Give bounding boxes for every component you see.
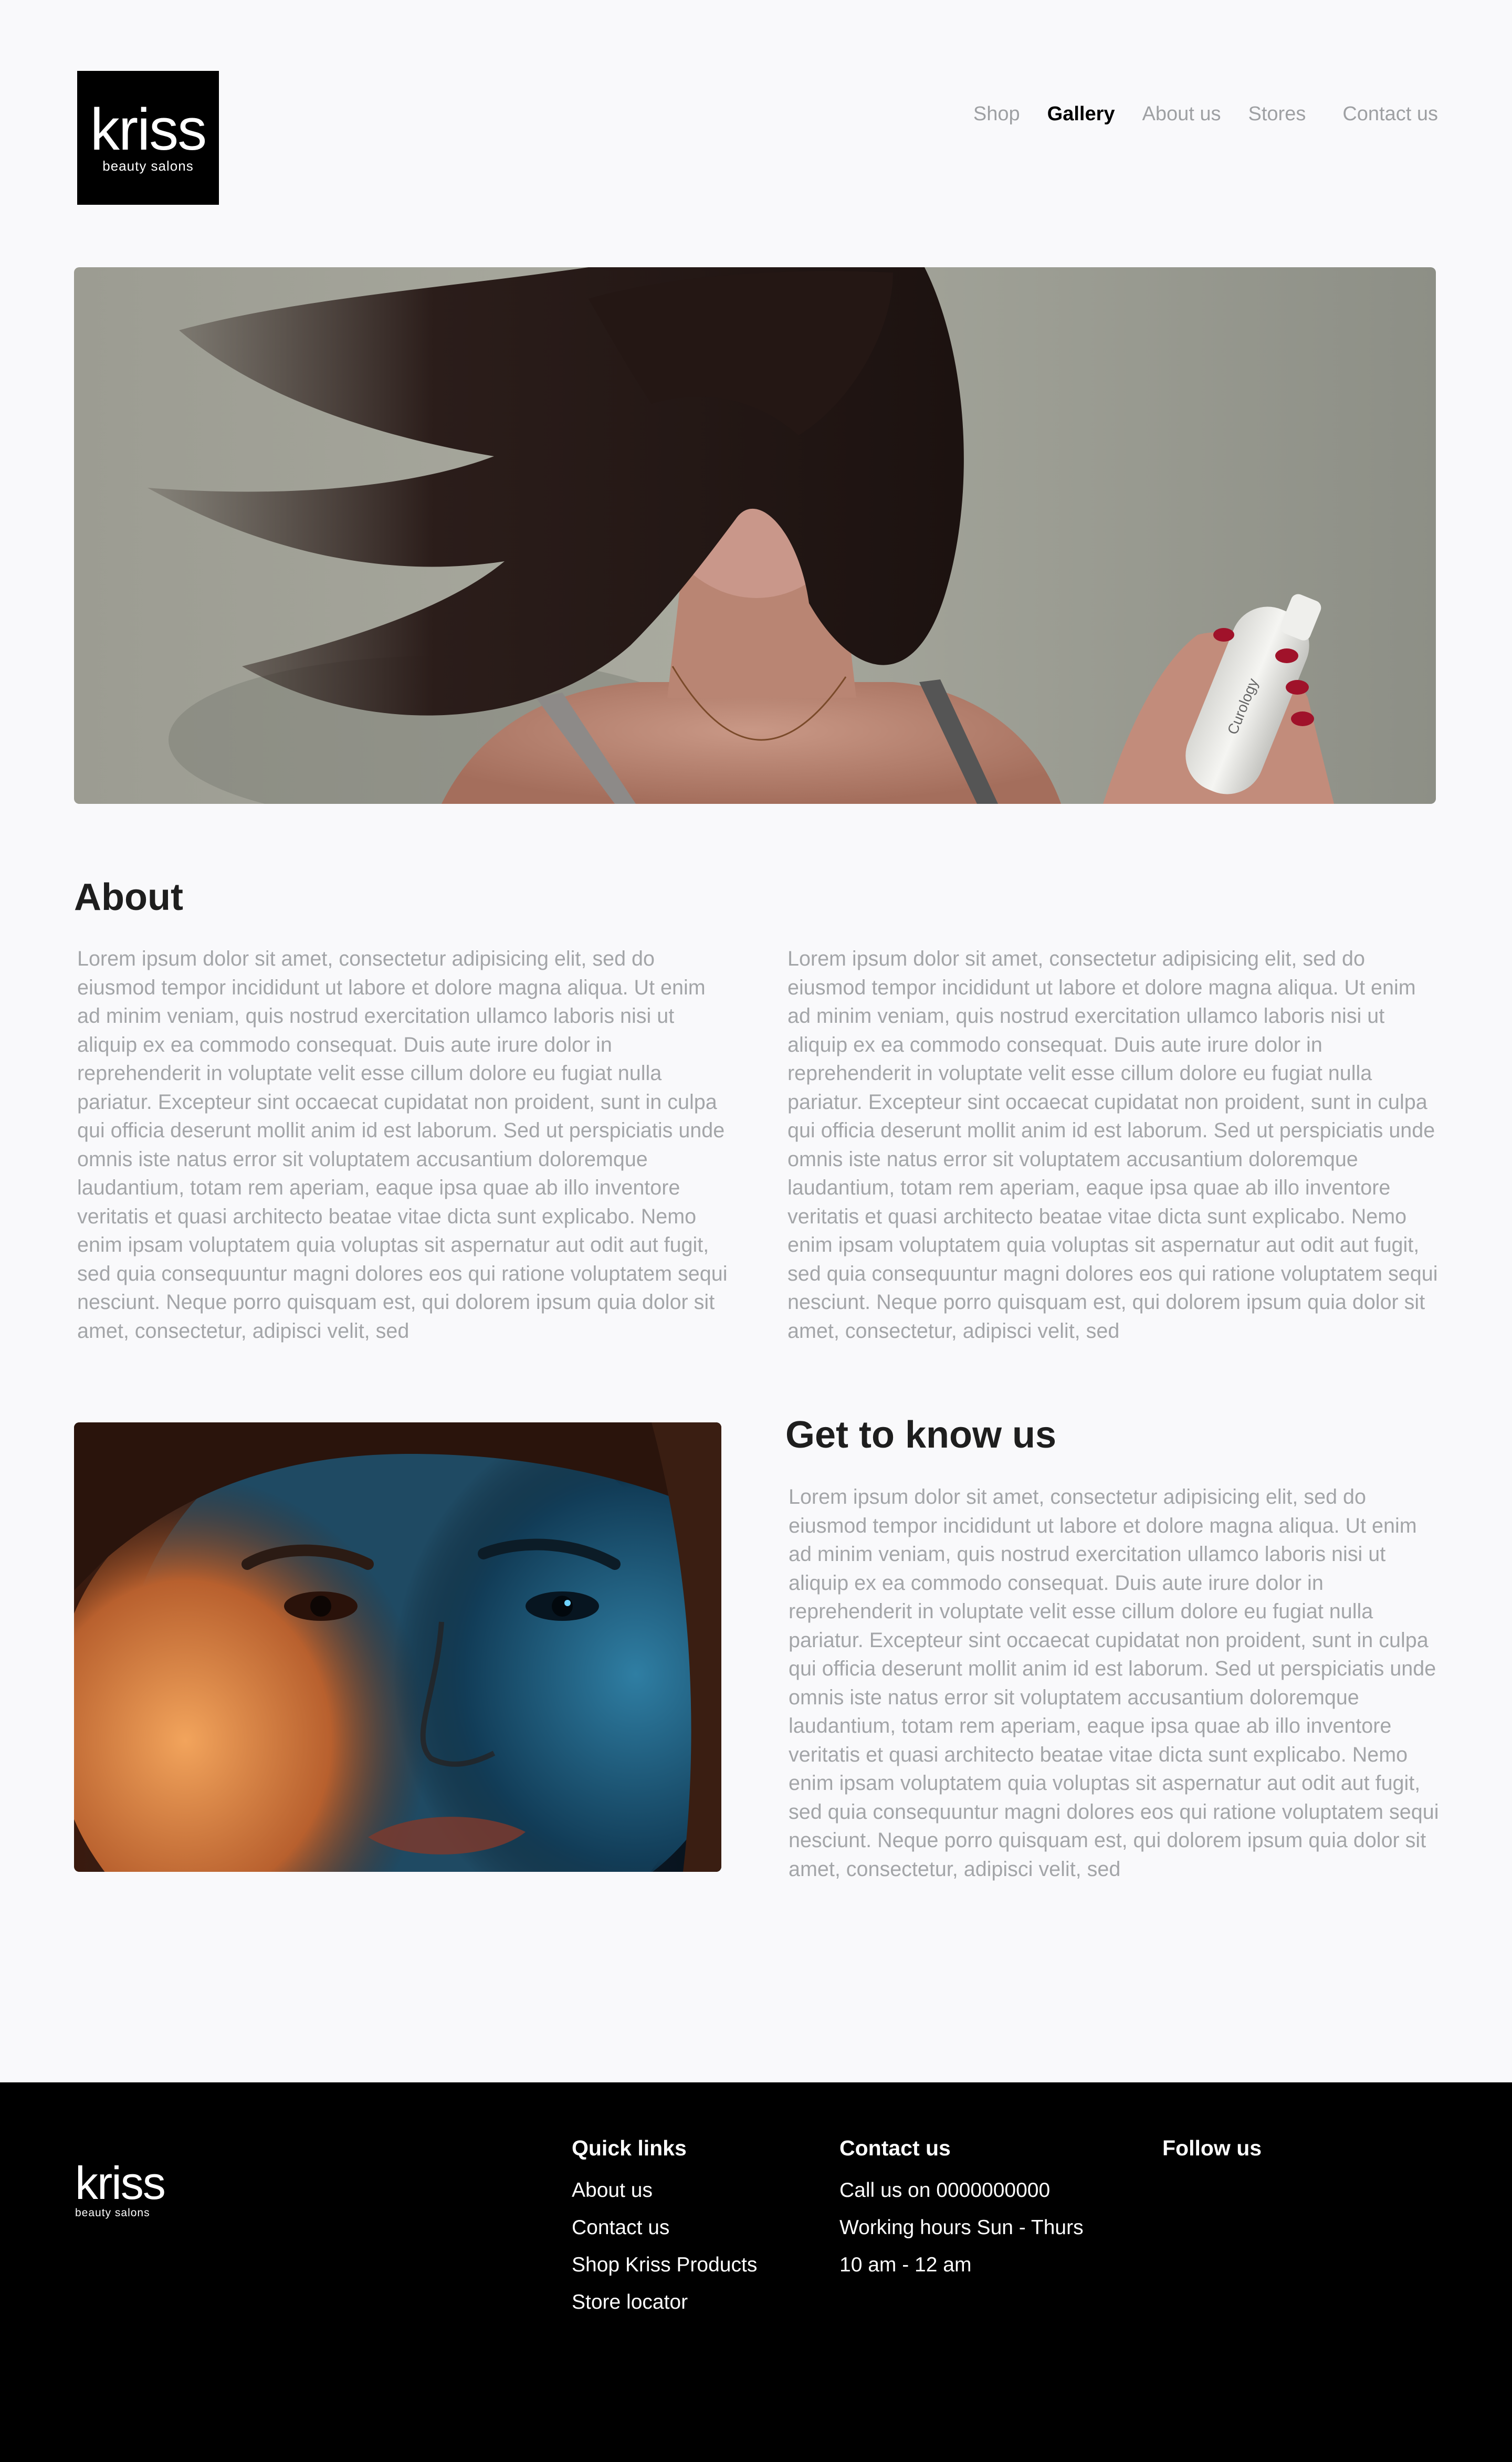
about-heading: About: [74, 876, 183, 918]
quick-links-heading: Quick links: [572, 2136, 687, 2160]
brand-logo[interactable]: kriss beauty salons: [77, 71, 219, 205]
follow-us-heading: Follow us: [1162, 2136, 1262, 2160]
contact-heading: Contact us: [839, 2136, 951, 2160]
hero-image: Curology: [74, 267, 1436, 804]
footer-follow: Follow us: [1162, 2135, 1262, 2172]
nav-contact-us[interactable]: Contact us: [1342, 103, 1438, 125]
footer-quick-links: Quick links About us Contact us Shop Kri…: [572, 2135, 757, 2321]
contact-working-days: Working hours Sun - Thurs: [839, 2216, 1084, 2239]
logo-wordmark: kriss: [90, 97, 207, 162]
nav-gallery[interactable]: Gallery: [1047, 103, 1115, 125]
footer-logo[interactable]: kriss beauty salons: [75, 2157, 166, 2219]
get-to-know-us-paragraph: Lorem ipsum dolor sit amet, consectetur …: [789, 1485, 1439, 1881]
nav-shop[interactable]: Shop: [973, 103, 1020, 125]
nav-stores[interactable]: Stores: [1248, 103, 1306, 125]
contact-phone: Call us on 0000000000: [839, 2179, 1051, 2202]
footer-link-about-us[interactable]: About us: [572, 2172, 757, 2209]
contact-working-hours: 10 am - 12 am: [839, 2254, 972, 2276]
about-paragraph-right: Lorem ipsum dolor sit amet, consectetur …: [788, 947, 1438, 1343]
footer-link-contact-us[interactable]: Contact us: [572, 2209, 757, 2246]
footer-logo-wordmark: kriss: [75, 2157, 166, 2209]
about-paragraph-left: Lorem ipsum dolor sit amet, consectetur …: [77, 947, 728, 1343]
footer: kriss beauty salons Quick links About us…: [0, 2082, 1512, 2462]
footer-logo-tagline: beauty salons: [75, 2207, 150, 2219]
portrait-image: [74, 1422, 721, 1872]
nav-about-us[interactable]: About us: [1142, 103, 1221, 125]
footer-contact: Contact us Call us on 0000000000 Working…: [839, 2135, 1084, 2283]
footer-link-shop-products[interactable]: Shop Kriss Products: [572, 2246, 757, 2283]
get-to-know-us-heading: Get to know us: [785, 1414, 1057, 1456]
main-nav: Shop Gallery About us Stores Contact us: [946, 103, 1438, 125]
footer-link-store-locator[interactable]: Store locator: [572, 2283, 757, 2321]
